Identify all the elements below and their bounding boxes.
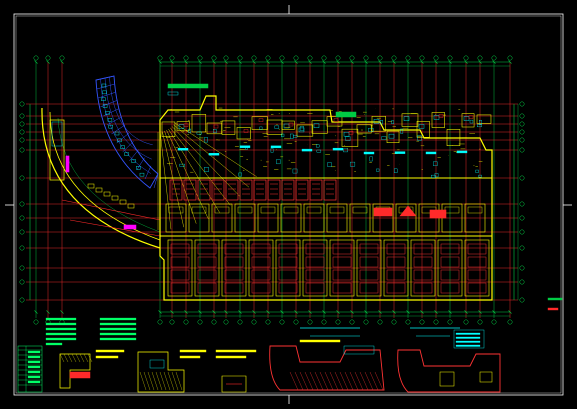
section-4-text: [299, 339, 341, 343]
room-label: [394, 151, 406, 154]
room-label: [363, 151, 375, 155]
detail-1-band: [69, 371, 91, 379]
note-line: [99, 322, 137, 326]
legend-text: [27, 375, 41, 379]
red-accent: [429, 209, 447, 219]
detail-3-text: [215, 349, 257, 353]
note-line: [45, 342, 63, 346]
detail-2-text: [179, 355, 201, 359]
podium-highlight: [123, 224, 137, 230]
room-label: [425, 151, 437, 155]
section-5-note-line: [455, 340, 481, 343]
note-line: [45, 332, 77, 336]
room-label: [208, 153, 220, 156]
section-5-note-line: [455, 332, 481, 335]
roof-strip: [335, 111, 357, 118]
cad-drawing-canvas: [0, 0, 577, 409]
legend-text: [27, 350, 41, 354]
note-line: [45, 317, 77, 321]
detail-3-text: [215, 355, 247, 359]
detail-1-text: [95, 349, 125, 353]
note-line: [99, 317, 137, 321]
detail-2-text: [179, 349, 207, 353]
drawing-background: [0, 0, 577, 409]
note-line: [45, 337, 77, 341]
legend-text: [27, 365, 41, 369]
room-label: [239, 145, 251, 148]
room-label: [301, 148, 313, 152]
section-5-note-line: [455, 344, 481, 347]
north-mark: [547, 307, 559, 311]
note-line: [99, 337, 137, 341]
left-wing-highlight: [65, 155, 70, 173]
roof-strip: [167, 83, 209, 89]
note-line: [45, 322, 77, 326]
room-label: [270, 145, 282, 149]
note-line: [45, 327, 77, 331]
detail-1-text: [95, 355, 119, 359]
red-accent: [373, 207, 393, 217]
room-label: [177, 148, 189, 151]
legend-text: [27, 380, 41, 384]
room-label: [456, 150, 468, 154]
note-line: [99, 327, 137, 331]
note-line: [99, 332, 137, 336]
legend-text: [27, 355, 41, 359]
north-mark: [547, 297, 563, 301]
legend-text: [27, 360, 41, 364]
legend-text: [27, 370, 41, 374]
room-label: [332, 147, 344, 151]
section-5-note-line: [455, 336, 481, 339]
